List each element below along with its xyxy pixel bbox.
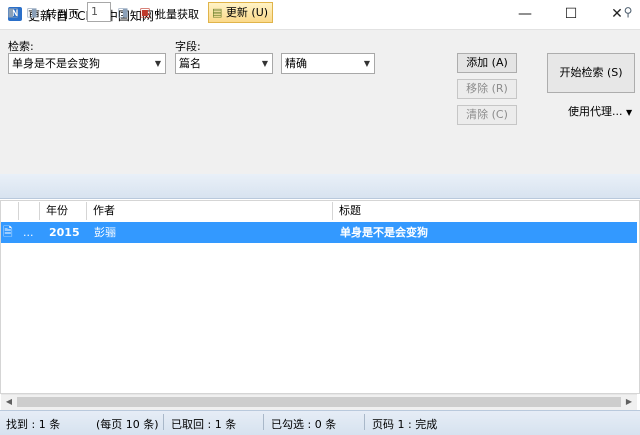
update-icon: ▤ <box>212 6 223 19</box>
column-header-icon[interactable] <box>1 202 19 220</box>
page-number-input[interactable]: 1 <box>87 2 111 22</box>
scroll-thumb[interactable] <box>17 397 621 407</box>
column-header-author[interactable]: 作者 <box>87 202 333 220</box>
status-checked: 已勾选 : 0 条 <box>271 418 337 431</box>
status-separator <box>263 414 264 430</box>
match-select[interactable]: 精确 ▼ <box>281 53 375 74</box>
maximize-button[interactable]: ☐ <box>548 0 594 29</box>
use-proxy-menu[interactable]: 使用代理... ▼ <box>568 103 632 119</box>
column-header-extra[interactable] <box>19 202 40 220</box>
chevron-down-icon: ▼ <box>154 59 161 68</box>
minimize-button[interactable]: — <box>502 0 548 29</box>
row-author: 彭骊 <box>94 226 116 239</box>
field-select[interactable]: 篇名 ▼ <box>175 53 273 74</box>
goto-page-label: 转到页 <box>46 8 79 21</box>
previous-page-icon[interactable]: ◧ <box>5 4 21 20</box>
status-separator <box>364 414 365 430</box>
chevron-down-icon: ▼ <box>261 59 268 68</box>
status-found: 找到 : 1 条 <box>6 418 61 431</box>
results-toolbar <box>0 174 640 199</box>
add-button[interactable]: 添加 (A) <box>457 53 517 73</box>
status-page: 页码 1 : 完成 <box>372 418 438 431</box>
next-page-icon[interactable]: ◨ <box>24 4 40 20</box>
row-title: 单身是不是会变狗 <box>340 226 428 239</box>
column-header-year[interactable]: 年份 <box>40 202 87 220</box>
clear-button[interactable]: 清除 (C) <box>457 105 517 125</box>
remove-button[interactable]: 移除 (R) <box>457 79 517 99</box>
use-proxy-label: 使用代理... <box>568 105 623 118</box>
batch-fetch-button[interactable]: 批量获取 <box>155 6 199 22</box>
query-value: 单身是不是会变狗 <box>12 57 100 70</box>
update-label: 更新 (U) <box>225 6 269 19</box>
column-header-title[interactable]: 标题 <box>333 202 637 220</box>
update-button[interactable]: ▤ 更新 (U) <box>208 2 274 23</box>
search-panel <box>0 29 640 170</box>
goto-page-icon[interactable]: ◨ <box>115 4 131 20</box>
query-label: 检索: <box>8 40 34 53</box>
document-icon: 🗎 <box>3 225 13 239</box>
row-extra: ... <box>23 226 34 239</box>
field-value: 篇名 <box>179 57 201 70</box>
chevron-down-icon: ▼ <box>626 108 633 117</box>
start-search-button[interactable]: 开始检索 (S) <box>547 53 635 93</box>
field-label: 字段: <box>175 40 201 53</box>
match-value: 精确 <box>285 57 307 70</box>
batch-fetch-icon: ▣ <box>139 5 151 19</box>
scroll-left-icon[interactable]: ◀ <box>1 394 17 410</box>
chevron-down-icon: ▼ <box>363 59 370 68</box>
row-year: 2015 <box>49 226 80 239</box>
status-separator <box>163 414 164 430</box>
scroll-right-icon[interactable]: ▶ <box>621 394 637 410</box>
status-returned: 已取回 : 1 条 <box>171 418 237 431</box>
status-per-page: (每页 10 条) <box>96 418 159 431</box>
query-input[interactable]: 单身是不是会变狗 ▼ <box>8 53 166 74</box>
search-settings-icon[interactable]: ⚲ <box>620 4 636 20</box>
